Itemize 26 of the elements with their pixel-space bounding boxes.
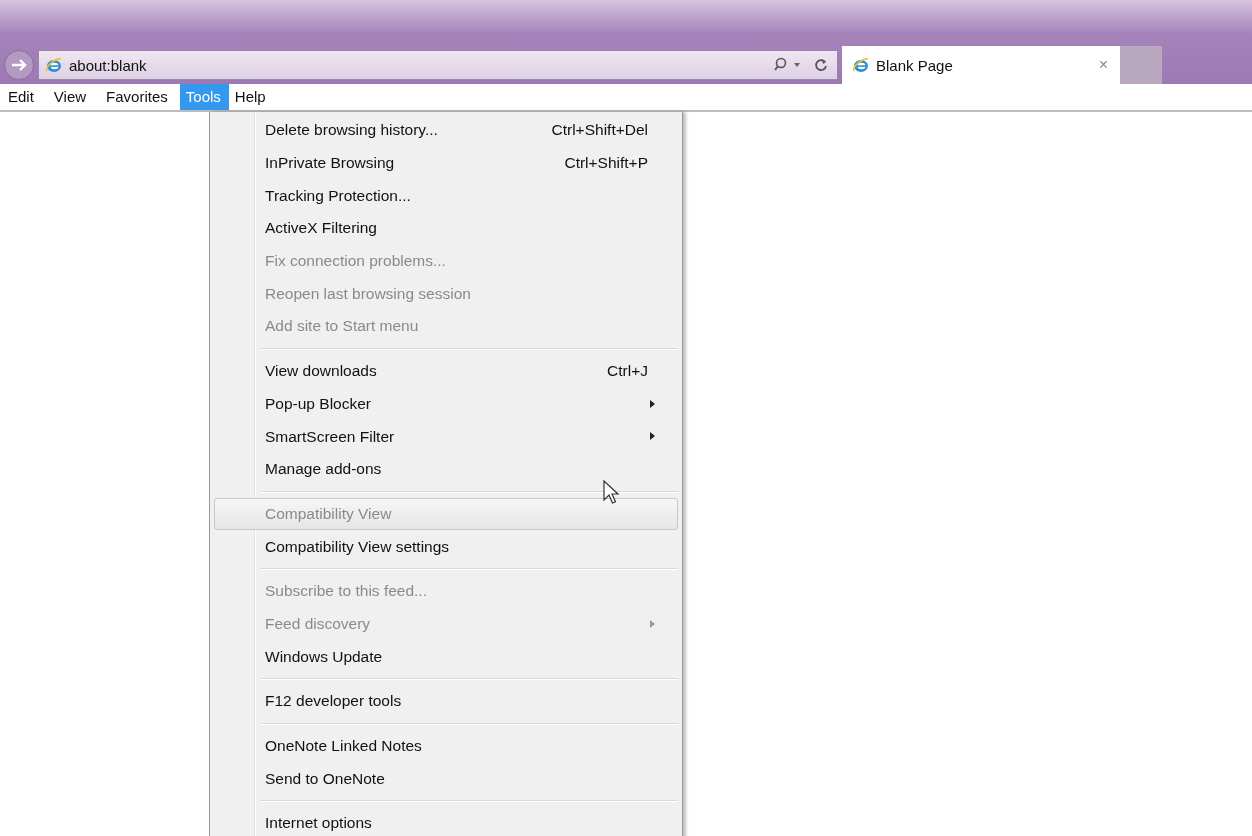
menu-item[interactable]: Internet options — [214, 807, 678, 836]
menu-item[interactable]: Manage add-ons — [214, 452, 678, 486]
menu-item[interactable]: ActiveX Filtering — [214, 212, 678, 245]
menu-bar-item[interactable]: View — [47, 84, 95, 110]
menu-bar-item[interactable]: Edit — [2, 84, 42, 110]
menu-item[interactable]: View downloads Ctrl+J — [214, 354, 678, 388]
menu-item[interactable]: F12 developer tools — [214, 685, 678, 718]
menu-bar-item[interactable]: Favorites — [100, 84, 176, 110]
refresh-icon[interactable] — [813, 57, 829, 73]
menu-item[interactable]: OneNote Linked Notes — [214, 729, 678, 763]
browser-tab[interactable]: Blank Page × — [842, 46, 1120, 84]
menu-item[interactable]: Tracking Protection... — [214, 179, 678, 213]
menu-item[interactable]: Compatibility View settings — [214, 530, 678, 563]
menu-item[interactable]: Windows Update — [214, 640, 678, 673]
menu-item[interactable]: Send to OneNote — [214, 762, 678, 796]
menu-bar-item[interactable]: Help — [228, 84, 274, 110]
menu-item[interactable]: SmartScreen Filter — [214, 420, 678, 453]
forward-button[interactable] — [4, 50, 34, 80]
menu-item[interactable]: InPrivate Browsing Ctrl+Shift+P — [214, 146, 678, 180]
menu-item[interactable]: Pop-up Blocker — [214, 387, 678, 421]
close-tab-button[interactable]: × — [1098, 56, 1108, 74]
menu-item[interactable]: Delete browsing history... Ctrl+Shift+Del — [214, 114, 678, 147]
browser-logo-icon — [45, 56, 63, 74]
arrow-right-icon — [10, 58, 28, 72]
browser-logo-icon — [852, 56, 870, 74]
address-field[interactable]: about:blank — [38, 50, 838, 80]
